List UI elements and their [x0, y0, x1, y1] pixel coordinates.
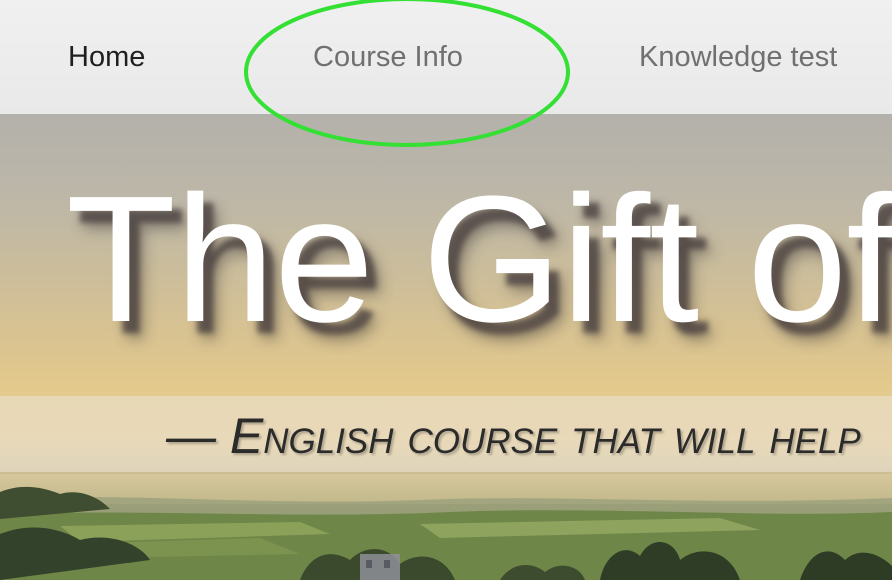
hero-title: The Gift of: [66, 159, 892, 360]
top-navigation: Home Course Info Knowledge test: [0, 0, 892, 114]
nav-item-course-info[interactable]: Course Info: [313, 38, 463, 76]
hero-subtitle: — English course that will help: [166, 408, 861, 464]
page: Home Course Info Knowledge test The Gift…: [0, 0, 892, 580]
nav-item-knowledge-test[interactable]: Knowledge test: [639, 38, 837, 76]
nav-item-home[interactable]: Home: [68, 38, 145, 76]
